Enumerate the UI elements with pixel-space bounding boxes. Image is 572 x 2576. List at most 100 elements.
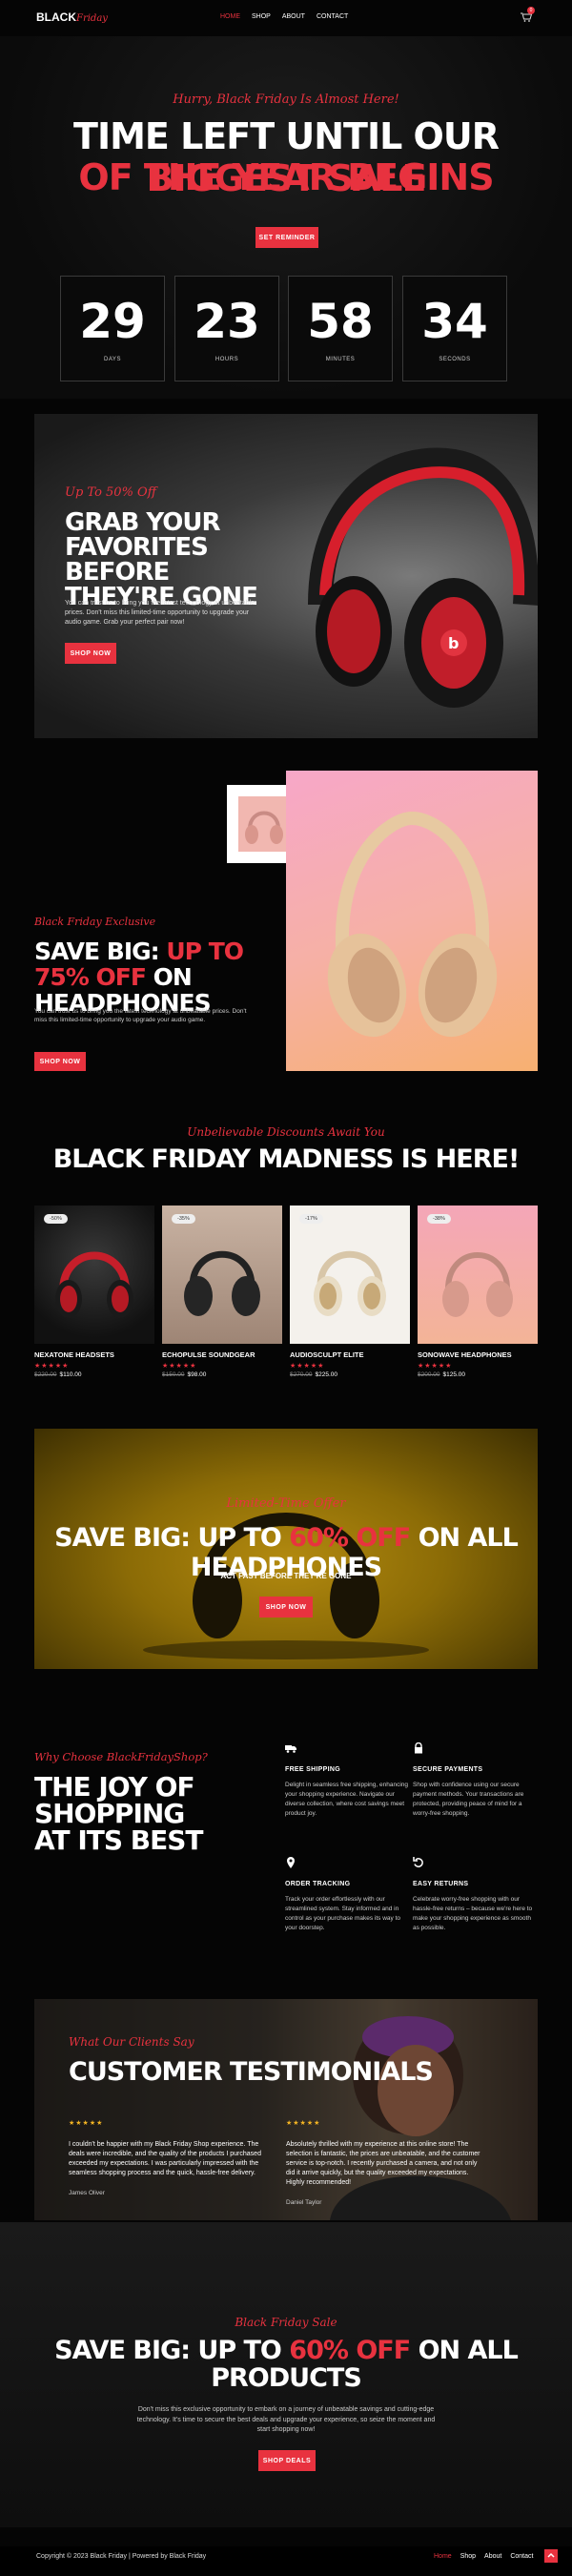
old-price: $270.00 bbox=[290, 1371, 313, 1378]
rating-stars: ★★★★★ bbox=[69, 2120, 104, 2127]
shop-now-button[interactable]: SHOP NOW bbox=[65, 643, 116, 664]
banner-title-red: 60% OFF bbox=[289, 1523, 411, 1553]
old-price: $200.00 bbox=[418, 1371, 440, 1378]
testimonial-author: Daniel Taylor bbox=[286, 2199, 322, 2206]
why-kicker: Why Choose BlackFridayShop? bbox=[34, 1750, 208, 1763]
promo1-text: You can trust us to bring you the latest… bbox=[65, 600, 255, 626]
cta-title-line1: SAVE BIG: UP TO 60% OFF ON ALL bbox=[0, 2337, 572, 2364]
sale-price: $110.00 bbox=[59, 1371, 82, 1378]
banner-subtitle: ACT FAST BEFORE THEY'RE GONE bbox=[220, 1572, 352, 1580]
footer-nav-shop[interactable]: Shop bbox=[460, 2553, 476, 2560]
product-image[interactable]: -17% bbox=[290, 1206, 410, 1344]
rating-stars: ★★★★★ bbox=[162, 1363, 197, 1370]
countdown-value: 29 bbox=[79, 294, 146, 349]
logo[interactable]: BLACKFriday bbox=[36, 10, 108, 24]
hero-title-line2: OF THE YEAR BEGINS bbox=[78, 156, 494, 198]
truck-icon bbox=[285, 1745, 296, 1753]
countdown-days: 29 DAYS bbox=[60, 276, 165, 381]
cta-title-red: 60% OFF bbox=[289, 2336, 411, 2365]
product-image[interactable]: -35% bbox=[162, 1206, 282, 1344]
logo-script: Friday bbox=[76, 13, 108, 24]
feature-secure-payments: SECURE PAYMENTS Shop with confidence usi… bbox=[413, 1741, 537, 1819]
feature-title: ORDER TRACKING bbox=[285, 1881, 351, 1887]
product-name[interactable]: SONOWAVE HEADPHONES bbox=[418, 1350, 538, 1359]
hero-title-white: TIME LEFT UNTIL OUR bbox=[73, 115, 500, 157]
discount-badge: -50% bbox=[44, 1214, 68, 1224]
promo2-text: You can trust us to bring you the latest… bbox=[34, 1008, 247, 1023]
products-kicker: Unbelievable Discounts Await You bbox=[187, 1125, 385, 1139]
site-footer bbox=[0, 2546, 572, 2576]
shop-now-button-2[interactable]: SHOP NOW bbox=[34, 1052, 86, 1071]
logo-main: BLACK bbox=[36, 10, 76, 24]
testimonials-kicker: What Our Clients Say bbox=[69, 2035, 194, 2049]
feature-text: Celebrate worry-free shopping with our h… bbox=[413, 1896, 533, 1931]
product-name[interactable]: NEXATONE HEADSETS bbox=[34, 1350, 154, 1359]
testimonial-quote: Absolutely thrilled with my experience a… bbox=[286, 2141, 480, 2186]
rating-stars: ★★★★★ bbox=[34, 1363, 70, 1370]
feature-free-shipping: FREE SHIPPING Delight in seamless free s… bbox=[285, 1741, 409, 1819]
feature-order-tracking: ORDER TRACKING Track your order effortle… bbox=[285, 1856, 409, 1933]
product-name[interactable]: ECHOPULSE SOUNDGEAR bbox=[162, 1350, 282, 1359]
sale-price: $225.00 bbox=[315, 1371, 338, 1378]
banner-shop-now-button[interactable]: SHOP NOW bbox=[259, 1597, 313, 1618]
feature-text: Shop with confidence using our secure pa… bbox=[413, 1782, 524, 1817]
cta-kicker: Black Friday Sale bbox=[235, 2316, 337, 2329]
cart-count-badge: 0 bbox=[527, 7, 535, 14]
countdown-value: 58 bbox=[307, 294, 374, 349]
product-image[interactable]: -50% bbox=[34, 1206, 154, 1344]
product-image[interactable]: -38% bbox=[418, 1206, 538, 1344]
why-title: THE JOY OF SHOPPING AT ITS BEST bbox=[34, 1771, 204, 1856]
return-arrow-icon bbox=[413, 1857, 423, 1867]
countdown-seconds: 34 SECONDS bbox=[402, 276, 507, 381]
nav-about[interactable]: ABOUT bbox=[282, 13, 305, 20]
headphones-image bbox=[184, 1250, 260, 1316]
banner-title-white: SAVE BIG: UP TO bbox=[54, 1523, 290, 1553]
countdown-value: 34 bbox=[421, 294, 488, 349]
countdown-label: DAYS bbox=[104, 357, 121, 362]
nav-contact[interactable]: CONTACT bbox=[317, 13, 348, 20]
countdown-label: MINUTES bbox=[325, 357, 356, 362]
footer-nav: Home Shop About Contact bbox=[434, 2553, 533, 2560]
feature-title: EASY RETURNS bbox=[413, 1881, 469, 1887]
lock-icon bbox=[415, 1741, 422, 1754]
countdown-label: HOURS bbox=[214, 357, 239, 362]
testimonial-quote: I couldn't be happier with my Black Frid… bbox=[69, 2141, 261, 2176]
promo2-title-white: SAVE BIG: bbox=[34, 938, 167, 965]
discount-badge: -38% bbox=[427, 1214, 451, 1224]
chevron-up-icon bbox=[547, 2552, 555, 2558]
cta-title-white2: ON ALL bbox=[410, 2336, 519, 2365]
promo1-title: GRAB YOUR FAVORITES BEFORE THEY'RE GONE bbox=[65, 508, 258, 611]
nav-shop[interactable]: SHOP bbox=[252, 13, 271, 20]
rating-stars: ★★★★★ bbox=[290, 1363, 325, 1370]
product-card[interactable]: -17% AUDIOSCULPT ELITE ★★★★★ $270.00 $225… bbox=[290, 1206, 410, 1378]
headphones-image bbox=[442, 1252, 513, 1317]
headphones-image bbox=[55, 1251, 133, 1318]
shop-deals-button[interactable]: SHOP DEALS bbox=[258, 2450, 316, 2471]
product-card[interactable]: -50% NEXATONE HEADSETS ★★★★★ $220.00 $110… bbox=[34, 1206, 154, 1378]
set-reminder-button[interactable]: SET REMINDER bbox=[255, 227, 318, 248]
testimonial-author: James Oliver bbox=[69, 2190, 105, 2196]
countdown-label: SECONDS bbox=[439, 357, 471, 362]
testimonial-card: ★★★★★ I couldn't be happier with my Blac… bbox=[69, 2119, 265, 2196]
product-price: $270.00 $225.00 bbox=[290, 1371, 410, 1378]
footer-nav-about[interactable]: About bbox=[484, 2553, 501, 2560]
promo1-kicker: Up To 50% Off bbox=[65, 485, 156, 500]
main-nav: HOME SHOP ABOUT CONTACT bbox=[220, 13, 348, 20]
location-pin-icon bbox=[287, 1857, 295, 1868]
headphones-image bbox=[314, 1250, 386, 1316]
product-card[interactable]: -38% SONOWAVE HEADPHONES ★★★★★ $200.00 $1… bbox=[418, 1206, 538, 1378]
footer-nav-home[interactable]: Home bbox=[434, 2553, 452, 2560]
product-name[interactable]: AUDIOSCULPT ELITE bbox=[290, 1350, 410, 1359]
countdown-minutes: 58 MINUTES bbox=[288, 276, 393, 381]
cta-title: SAVE BIG: UP TO 60% OFF ON ALL PRODUCTS bbox=[0, 2337, 572, 2392]
product-card[interactable]: -35% ECHOPULSE SOUNDGEAR ★★★★★ $150.00 $9… bbox=[162, 1206, 282, 1378]
nav-home[interactable]: HOME bbox=[220, 13, 240, 20]
product-price: $200.00 $125.00 bbox=[418, 1371, 538, 1378]
discount-badge: -35% bbox=[172, 1214, 195, 1224]
footer-nav-contact[interactable]: Contact bbox=[510, 2553, 533, 2560]
testimonials-title: CUSTOMER TESTIMONIALS bbox=[69, 2057, 434, 2087]
old-price: $150.00 bbox=[162, 1371, 185, 1378]
feature-easy-returns: EASY RETURNS Celebrate worry-free shoppi… bbox=[413, 1856, 537, 1933]
promo2-kicker: Black Friday Exclusive bbox=[34, 916, 156, 928]
scroll-to-top-button[interactable] bbox=[544, 2549, 558, 2563]
